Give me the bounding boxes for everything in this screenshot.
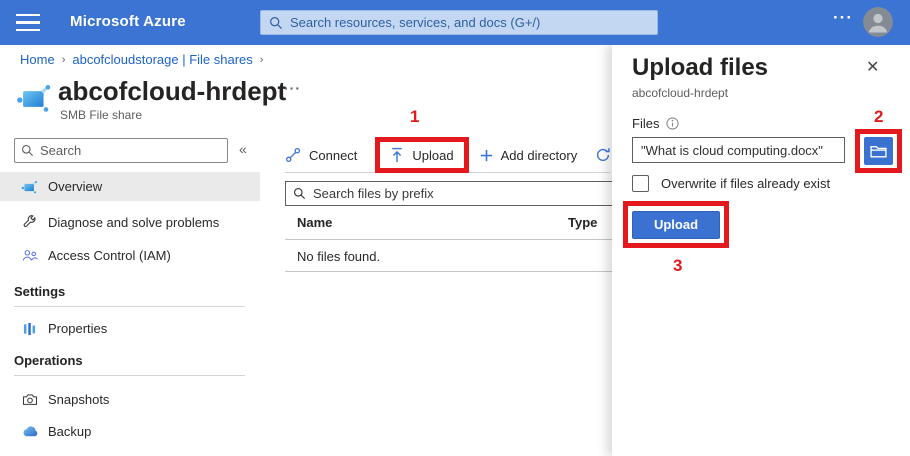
divider: [285, 239, 615, 240]
empty-files-message: No files found.: [297, 249, 380, 264]
sidebar-item-properties[interactable]: Properties: [0, 314, 260, 343]
top-bar: Microsoft Azure ···: [0, 0, 910, 45]
upload-files-panel: Upload files ✕ abcofcloud-hrdept Files 2: [612, 45, 910, 456]
annotation-box-browse: [855, 129, 902, 173]
avatar[interactable]: [863, 7, 893, 37]
wrench-icon: [21, 215, 38, 230]
plus-icon: [480, 149, 493, 162]
files-prefix-search[interactable]: [285, 181, 615, 206]
upload-submit-button[interactable]: Upload: [632, 211, 720, 239]
cloud-backup-icon: [21, 426, 38, 437]
sidebar-item-label: Access Control (IAM): [48, 248, 171, 263]
page-title: abcofcloud-hrdept: [58, 76, 286, 107]
breadcrumb-fileshares-link[interactable]: abcofcloudstorage | File shares: [72, 52, 252, 67]
properties-bars-icon: [21, 322, 38, 336]
sidebar-item-diagnose[interactable]: Diagnose and solve problems: [0, 208, 260, 237]
divider: [285, 271, 615, 272]
file-name-input[interactable]: [632, 137, 845, 163]
info-icon[interactable]: [666, 117, 679, 130]
files-field-label: Files: [632, 116, 679, 131]
title-more-options-icon[interactable]: ···: [284, 80, 301, 96]
annotation-box-upload: Upload: [375, 137, 468, 173]
file-share-icon: [15, 83, 53, 113]
breadcrumb: Home › abcofcloudstorage | File shares ›: [20, 52, 263, 67]
sidebar-search[interactable]: [14, 138, 228, 163]
annotation-step-3: 3: [673, 256, 682, 276]
overwrite-label: Overwrite if files already exist: [661, 176, 830, 191]
global-search[interactable]: [260, 10, 658, 35]
sidebar-item-label: Diagnose and solve problems: [48, 215, 219, 230]
divider: [14, 375, 245, 376]
overwrite-option[interactable]: Overwrite if files already exist: [632, 175, 830, 192]
collapse-sidebar-icon[interactable]: «: [239, 141, 247, 157]
overwrite-checkbox[interactable]: [632, 175, 649, 192]
divider: [14, 306, 245, 307]
panel-subtitle: abcofcloud-hrdept: [632, 86, 728, 100]
more-options-icon[interactable]: ···: [833, 8, 853, 28]
panel-title: Upload files: [632, 54, 768, 82]
sidebar-item-access-control[interactable]: Access Control (IAM): [0, 241, 260, 270]
upload-icon: [390, 147, 404, 163]
menu-icon[interactable]: [16, 14, 40, 31]
sidebar-item-label: Properties: [48, 321, 107, 336]
annotation-step-1: 1: [410, 107, 419, 127]
search-icon: [269, 16, 283, 30]
command-bar: Connect Upload Add directory: [285, 136, 629, 174]
column-header-name[interactable]: Name: [297, 215, 332, 230]
breadcrumb-home-link[interactable]: Home: [20, 52, 55, 67]
upload-button[interactable]: Upload: [390, 147, 453, 163]
folder-icon: [870, 145, 887, 158]
column-header-type[interactable]: Type: [568, 215, 597, 230]
search-icon: [293, 187, 306, 200]
sidebar-item-label: Backup: [48, 424, 91, 439]
search-icon: [21, 144, 34, 157]
files-prefix-search-input[interactable]: [313, 186, 607, 201]
global-search-input[interactable]: [290, 15, 649, 30]
brand-title: Microsoft Azure: [70, 13, 186, 30]
browse-files-button[interactable]: [864, 137, 893, 165]
sidebar-item-backup[interactable]: Backup: [0, 417, 260, 446]
annotation-step-2: 2: [874, 107, 883, 127]
snapshot-camera-icon: [21, 393, 38, 406]
sidebar-item-label: Snapshots: [48, 392, 109, 407]
chevron-right-icon: ›: [260, 54, 264, 66]
sidebar-search-input[interactable]: [40, 143, 221, 158]
sidebar-section-operations: Operations: [14, 353, 83, 368]
chevron-right-icon: ›: [62, 54, 66, 66]
page-subtitle: SMB File share: [60, 108, 142, 122]
sidebar-item-snapshots[interactable]: Snapshots: [0, 385, 260, 414]
refresh-icon: [595, 147, 611, 163]
add-directory-button[interactable]: Add directory: [480, 148, 578, 163]
connect-icon: [285, 147, 301, 163]
annotation-box-upload-submit: Upload: [623, 201, 729, 248]
sidebar-item-label: Overview: [48, 179, 102, 194]
azure-portal-page: Microsoft Azure ··· Home › abcofcloudsto…: [0, 0, 910, 456]
close-icon[interactable]: ✕: [866, 57, 879, 77]
people-icon: [21, 249, 38, 262]
file-share-icon: [21, 180, 38, 194]
connect-button[interactable]: Connect: [285, 147, 357, 163]
sidebar-item-overview[interactable]: Overview: [0, 172, 260, 201]
sidebar-section-settings: Settings: [14, 284, 65, 299]
